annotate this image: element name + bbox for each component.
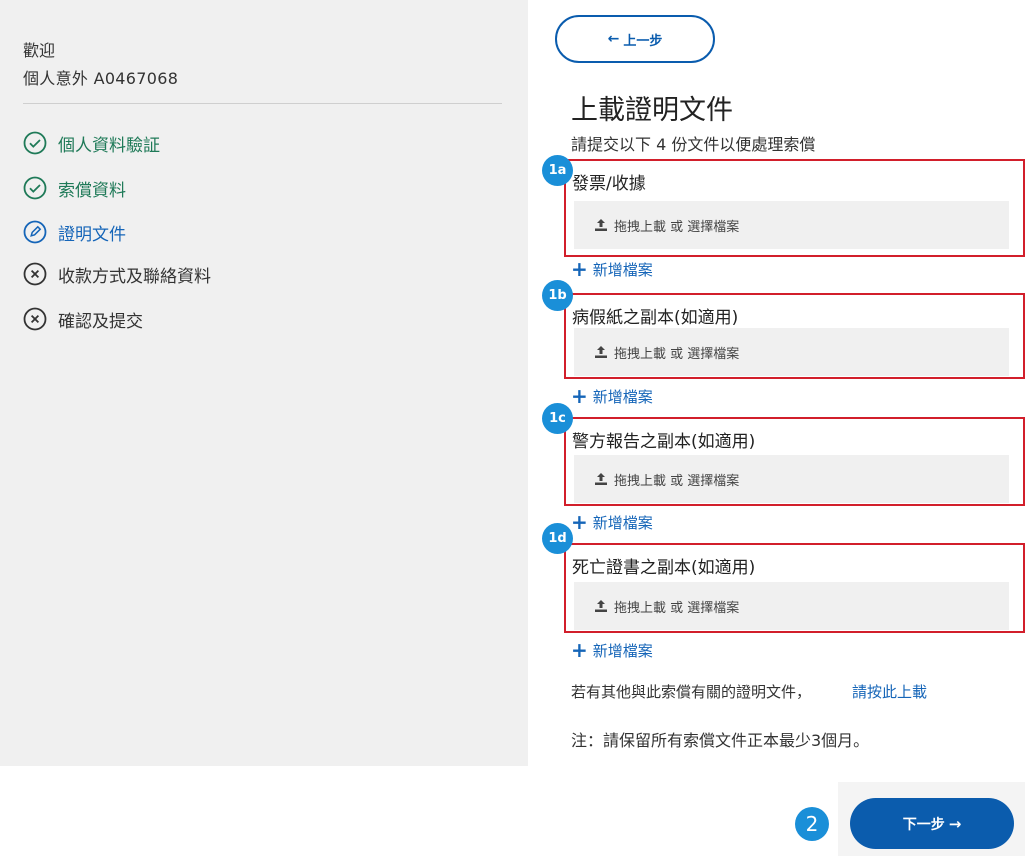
upload-icon xyxy=(595,219,607,231)
step-supporting-documents: 證明文件 xyxy=(23,219,126,245)
step-label: 索償資料 xyxy=(58,180,126,201)
document-title: 病假紙之副本(如適用) xyxy=(572,308,739,328)
document-title: 死亡證書之副本(如適用) xyxy=(572,558,756,578)
annotation-badge: 1d xyxy=(542,523,573,554)
step-personal-verification: 個人資料驗証 xyxy=(23,130,160,156)
next-button-label: 下一步 xyxy=(902,816,945,833)
policy-text: 個人意外 A0467068 xyxy=(23,69,179,88)
step-label: 確認及提交 xyxy=(58,311,143,332)
upload-dropzone[interactable]: 拖拽上載 或 選擇檔案 xyxy=(574,582,1009,630)
upload-prompt: 拖拽上載 或 選擇檔案 xyxy=(614,473,740,489)
sidebar: 歡迎 個人意外 A0467068 個人資料驗証 索償資料 證明文件 收款方式及聯… xyxy=(0,0,528,766)
document-upload-sick-leave: 病假紙之副本(如適用) 拖拽上載 或 選擇檔案 xyxy=(564,293,1025,379)
upload-prompt: 拖拽上載 或 選擇檔案 xyxy=(614,600,740,616)
add-file-label: 新增檔案 xyxy=(592,513,653,532)
add-file-link[interactable]: + 新增檔案 xyxy=(571,640,653,660)
plus-icon: + xyxy=(571,638,588,662)
step-label: 個人資料驗証 xyxy=(58,135,160,156)
document-upload-death-certificate: 死亡證書之副本(如適用) 拖拽上載 或 選擇檔案 xyxy=(564,543,1025,633)
back-button-label: 上一步 xyxy=(623,33,663,49)
upload-icon xyxy=(595,600,607,612)
next-button[interactable]: 下一步 → xyxy=(850,798,1014,849)
page-title: 上載證明文件 xyxy=(571,95,733,126)
add-file-link[interactable]: + 新增檔案 xyxy=(571,512,653,532)
annotation-badge: 2 xyxy=(795,807,829,841)
page-subtitle: 請提交以下 4 份文件以便處理索償 xyxy=(571,135,816,154)
other-documents-upload-link[interactable]: 請按此上載 xyxy=(852,681,927,702)
step-claim-info: 索償資料 xyxy=(23,175,126,201)
other-documents-text: 若有其他與此索償有關的證明文件， xyxy=(571,683,812,701)
plus-icon: + xyxy=(571,510,588,534)
annotation-badge: 1a xyxy=(542,155,573,186)
upload-prompt: 拖拽上載 或 選擇檔案 xyxy=(614,346,740,362)
plus-icon: + xyxy=(571,384,588,408)
upload-icon xyxy=(595,473,607,485)
sidebar-divider xyxy=(23,103,502,104)
step-confirm-submit: 確認及提交 xyxy=(23,306,143,332)
upload-dropzone[interactable]: 拖拽上載 或 選擇檔案 xyxy=(574,201,1009,249)
pencil-circle-icon xyxy=(23,220,47,244)
document-title: 發票/收據 xyxy=(572,174,646,194)
add-file-link[interactable]: + 新增檔案 xyxy=(571,259,653,279)
add-file-label: 新增檔案 xyxy=(592,260,653,279)
arrow-right-icon: → xyxy=(948,814,962,833)
upload-dropzone[interactable]: 拖拽上載 或 選擇檔案 xyxy=(574,328,1009,376)
add-file-label: 新增檔案 xyxy=(592,641,653,660)
upload-prompt: 拖拽上載 或 選擇檔案 xyxy=(614,219,740,235)
welcome-text: 歡迎 xyxy=(23,41,56,60)
x-circle-icon xyxy=(23,262,47,286)
retention-note: 注：請保留所有索償文件正本最少3個月。 xyxy=(571,731,870,750)
step-label: 證明文件 xyxy=(58,224,126,245)
add-file-link[interactable]: + 新增檔案 xyxy=(571,386,653,406)
x-circle-icon xyxy=(23,307,47,331)
document-upload-police-report: 警方報告之副本(如適用) 拖拽上載 或 選擇檔案 xyxy=(564,417,1025,506)
check-circle-icon xyxy=(23,176,47,200)
document-title: 警方報告之副本(如適用) xyxy=(572,432,756,452)
document-upload-invoice: 發票/收據 拖拽上載 或 選擇檔案 xyxy=(564,159,1025,257)
upload-dropzone[interactable]: 拖拽上載 或 選擇檔案 xyxy=(574,455,1009,503)
back-button[interactable]: ← 上一步 xyxy=(555,15,715,63)
upload-icon xyxy=(595,346,607,358)
plus-icon: + xyxy=(571,257,588,281)
step-label: 收款方式及聯絡資料 xyxy=(58,266,211,287)
arrow-left-icon: ← xyxy=(607,31,620,47)
annotation-badge: 1b xyxy=(542,280,573,311)
annotation-badge: 1c xyxy=(542,403,573,434)
step-payment-contact: 收款方式及聯絡資料 xyxy=(23,261,211,287)
add-file-label: 新增檔案 xyxy=(592,387,653,406)
check-circle-icon xyxy=(23,131,47,155)
